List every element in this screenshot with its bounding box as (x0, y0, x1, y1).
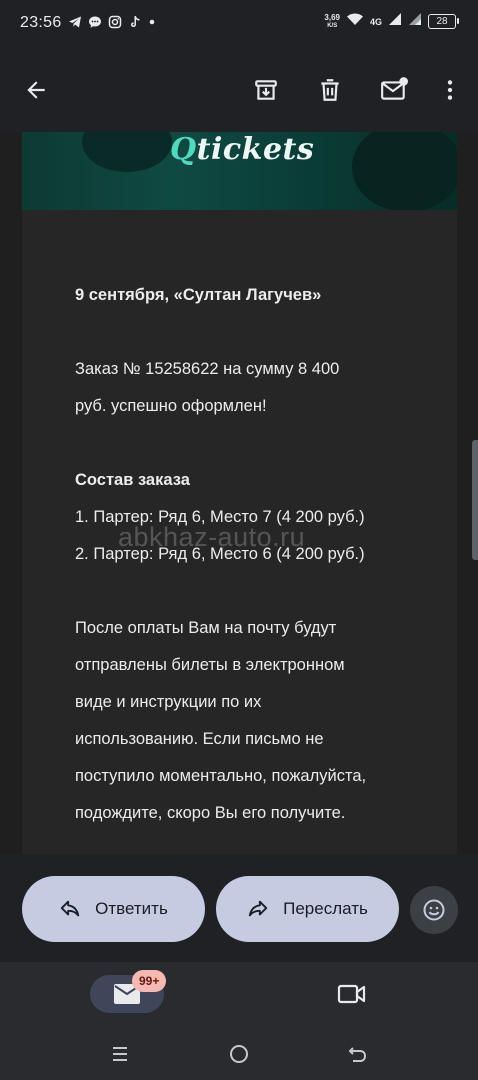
info-line-3: виде и инструкции по их (75, 693, 262, 711)
mark-unread-button[interactable] (376, 72, 412, 108)
reply-action-bar: Ответить Переслать (0, 854, 478, 962)
battery-indicator: 28 (428, 14, 459, 29)
delete-button[interactable] (312, 72, 348, 108)
meet-tab[interactable] (336, 980, 368, 1008)
instagram-icon (108, 15, 122, 33)
telegram-icon (68, 15, 82, 33)
back-nav-icon (348, 1047, 367, 1062)
archive-icon (255, 80, 277, 100)
emoji-reaction-button[interactable] (410, 886, 458, 934)
signal-icon (388, 12, 402, 31)
reply-icon (60, 900, 80, 917)
scrollbar[interactable] (472, 440, 478, 560)
info-line-5: поступило моментально, пожалуйста, (75, 767, 367, 785)
order-line-2: руб. успешно оформлен! (75, 397, 267, 415)
order-line-1: Заказ № 15258622 на сумму 8 400 (75, 360, 340, 378)
recents-icon (113, 1047, 127, 1061)
email-toolbar (0, 48, 478, 132)
recents-button[interactable] (106, 1040, 134, 1068)
info-line-6: подождите, скоро Вы его получите. (75, 804, 346, 822)
forward-label: Переслать (283, 899, 368, 918)
notification-icons (68, 15, 156, 33)
ticket-item-2: 2. Партер: Ряд 6, Место 6 (4 200 руб.) (75, 545, 365, 563)
back-button[interactable] (18, 72, 54, 108)
system-navigation-bar (0, 1026, 478, 1080)
forward-button[interactable]: Переслать (216, 876, 399, 942)
email-body: 9 сентября, «Султан Лагучев» Заказ № 152… (22, 210, 457, 854)
network-speed: 3,69 K/S (324, 13, 340, 31)
tiktok-icon (128, 15, 142, 33)
email-content[interactable]: Qtickets 9 сентября, «Султан Лагучев» За… (0, 132, 478, 854)
back-nav-button[interactable] (344, 1040, 372, 1068)
unread-badge: 99+ (132, 970, 167, 992)
qtickets-banner: Qtickets (22, 132, 457, 210)
archive-button[interactable] (248, 72, 284, 108)
dot-icon (148, 15, 156, 33)
info-line-2: отправлены билеты в электронном (75, 656, 345, 674)
wifi-icon (346, 12, 364, 31)
reply-label: Ответить (95, 899, 168, 918)
chat-icon (88, 15, 102, 33)
back-arrow-icon (27, 81, 45, 99)
home-icon (230, 1045, 248, 1063)
speed-unit: K/S (327, 22, 338, 29)
bottom-navigation: 99+ (0, 962, 478, 1026)
status-time: 23:56 (20, 14, 62, 31)
signal-icon-2 (408, 12, 422, 31)
video-camera-icon (337, 984, 366, 1004)
more-options-button[interactable] (432, 72, 468, 108)
forward-icon (248, 900, 268, 917)
qtickets-logo: Qtickets (170, 132, 315, 167)
info-line-1: После оплаты Вам на почту будут (75, 619, 337, 637)
event-title: 9 сентября, «Султан Лагучев» (75, 286, 322, 304)
speed-value: 3,69 (324, 12, 340, 22)
reply-button[interactable]: Ответить (22, 876, 205, 942)
status-bar: 23:56 3,69 K/S 4G 28 (0, 0, 478, 48)
emoji-icon (423, 899, 445, 921)
ticket-item-1: 1. Партер: Ряд 6, Место 7 (4 200 руб.) (75, 508, 365, 526)
network-type: 4G (369, 16, 382, 27)
home-button[interactable] (225, 1040, 253, 1068)
more-vert-icon (447, 80, 453, 100)
info-line-4: использованию. Если письмо не (75, 730, 324, 748)
mark-unread-icon (381, 77, 408, 100)
order-composition-heading: Состав заказа (75, 471, 190, 489)
status-indicators: 3,69 K/S 4G 28 (324, 12, 459, 31)
delete-icon (321, 79, 339, 101)
